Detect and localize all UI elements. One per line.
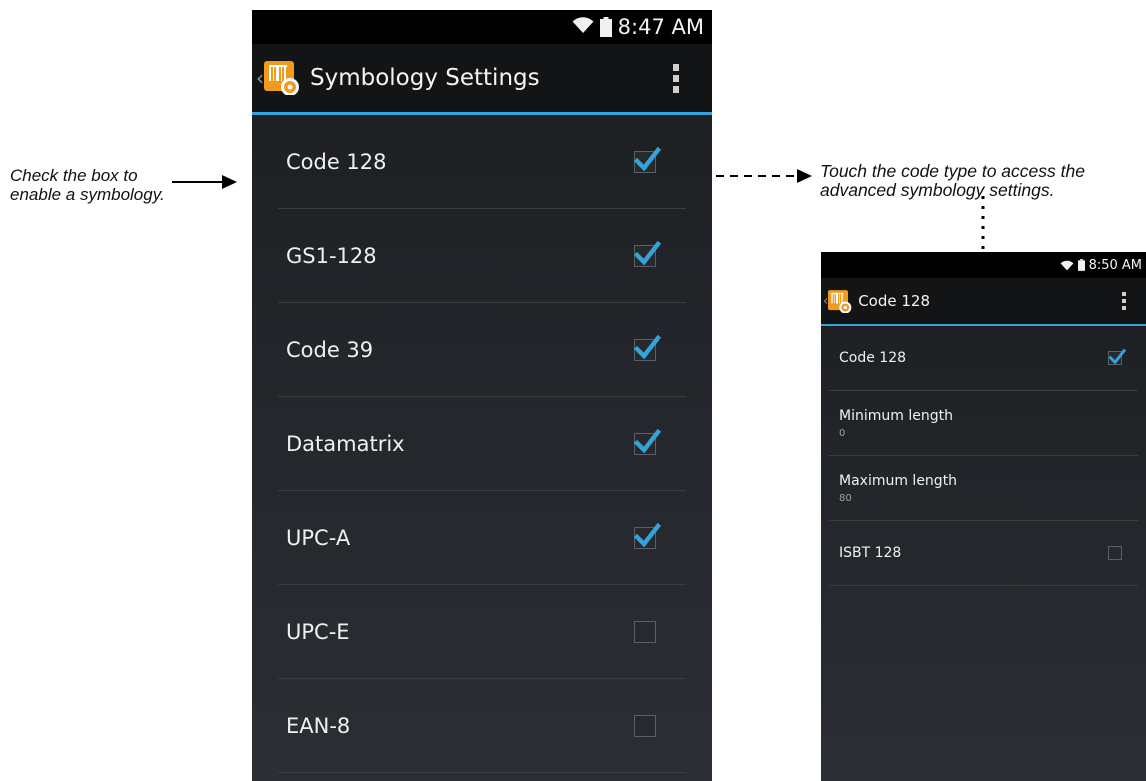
check-icon: [633, 240, 661, 265]
overflow-menu-icon[interactable]: [1112, 292, 1136, 310]
up-chevron-icon[interactable]: ‹: [256, 66, 264, 90]
list-item[interactable]: Maximum length 80: [829, 456, 1138, 521]
check-icon: [633, 428, 661, 453]
page-title: Symbology Settings: [310, 65, 540, 91]
symbology-list: Code 128 GS1-128 Code 39 Datamatrix UPC-…: [252, 115, 712, 773]
overflow-menu-icon[interactable]: [656, 63, 696, 93]
status-bar: 8:47 AM: [252, 10, 712, 44]
enable-checkbox[interactable]: [633, 428, 661, 455]
right-annotation-line-1: Touch the code type to access the: [820, 161, 1085, 181]
enable-checkbox[interactable]: [1108, 348, 1126, 365]
enable-checkbox[interactable]: [633, 146, 661, 173]
dashed-callout-arrow: [716, 169, 812, 183]
check-icon: [633, 522, 661, 547]
status-bar: 8:50 AM: [821, 252, 1146, 278]
enable-checkbox[interactable]: [1108, 546, 1122, 560]
list-item-value: 0: [839, 427, 846, 439]
list-item-label: Maximum length: [839, 472, 958, 489]
list-item[interactable]: UPC-A: [278, 491, 686, 585]
symbology-settings-screen: 8:47 AM ‹ Symbology Settings Code 128 GS…: [252, 10, 712, 781]
list-item-label: UPC-E: [286, 619, 350, 644]
list-item-label: EAN-8: [286, 713, 351, 738]
list-item-label: Code 128: [286, 149, 387, 174]
list-item[interactable]: Datamatrix: [278, 397, 686, 491]
page-title: Code 128: [858, 292, 931, 310]
solid-callout-arrow: [172, 175, 237, 189]
list-item-label: Code 39: [286, 337, 374, 362]
check-icon: [633, 146, 661, 171]
list-item-label: GS1-128: [286, 243, 377, 268]
code-128-options-list: Code 128 Minimum length 0 Maximum length…: [821, 326, 1146, 586]
list-item[interactable]: GS1-128: [278, 209, 686, 303]
battery-icon: [1077, 259, 1085, 271]
left-annotation: Check the box to enable a symbology.: [10, 166, 165, 204]
list-item[interactable]: ISBT 128: [829, 521, 1138, 586]
right-annotation: Touch the code type to access the advanc…: [820, 162, 1085, 200]
list-item-value: 80: [839, 492, 852, 504]
check-icon: [633, 334, 661, 359]
scanner-settings-app-icon[interactable]: [828, 289, 852, 313]
right-annotation-line-2: advanced symbology settings.: [820, 180, 1055, 200]
enable-checkbox[interactable]: [634, 620, 656, 643]
action-bar: ‹ Symbology Settings: [252, 44, 712, 115]
list-item[interactable]: Code 128: [829, 326, 1138, 391]
list-item-label: UPC-A: [286, 525, 351, 550]
scanner-settings-app-icon[interactable]: [264, 61, 300, 95]
enable-checkbox[interactable]: [633, 334, 661, 361]
code-128-settings-screen: 8:50 AM ‹ Code 128 Code 128 Minimum leng…: [821, 252, 1146, 781]
list-item-label: Code 128: [839, 350, 907, 366]
enable-checkbox[interactable]: [634, 714, 656, 737]
status-time: 8:47 AM: [617, 15, 704, 39]
left-annotation-line-1: Check the box to: [10, 166, 138, 185]
list-item[interactable]: Code 39: [278, 303, 686, 397]
list-item-label: ISBT 128: [839, 545, 902, 561]
list-item[interactable]: EAN-8: [278, 679, 686, 773]
battery-icon: [599, 17, 612, 37]
enable-checkbox[interactable]: [633, 522, 661, 549]
status-time: 8:50 AM: [1088, 257, 1142, 273]
list-item-label: Minimum length: [839, 407, 953, 424]
list-item[interactable]: Minimum length 0: [829, 391, 1138, 456]
list-item[interactable]: Code 128: [278, 115, 686, 209]
wifi-icon: [1060, 256, 1074, 275]
list-item-label: Datamatrix: [286, 431, 405, 456]
enable-checkbox[interactable]: [633, 240, 661, 267]
action-bar: ‹ Code 128: [821, 278, 1146, 326]
wifi-icon: [572, 16, 594, 38]
left-annotation-line-2: enable a symbology.: [10, 185, 165, 204]
check-icon: [1108, 348, 1126, 365]
list-item[interactable]: UPC-E: [278, 585, 686, 679]
